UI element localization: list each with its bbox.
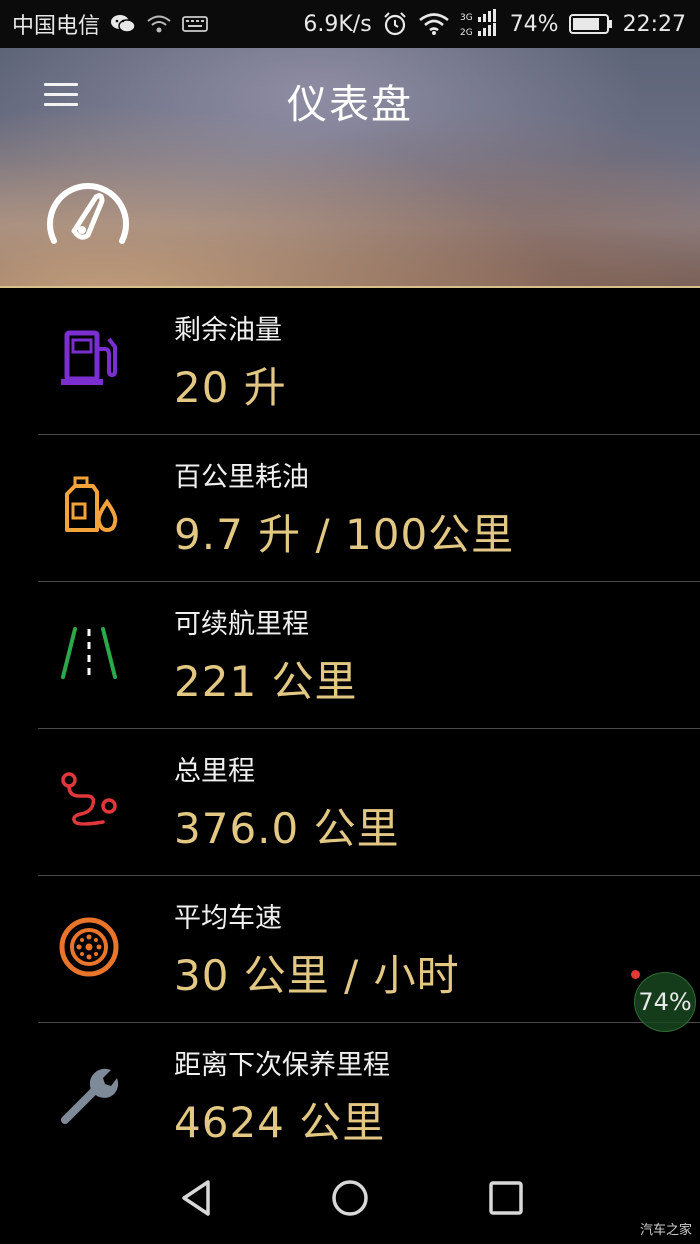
item-value: 376.0 公里 xyxy=(174,804,400,853)
oil-can-icon xyxy=(54,471,124,541)
network-speed: 6.9K/s xyxy=(303,11,372,37)
fuel-pump-icon xyxy=(54,324,124,394)
battery-icon xyxy=(568,13,613,35)
item-label: 剩余油量 xyxy=(174,315,282,346)
carrier-label: 中国电信 xyxy=(12,14,101,39)
list-item-average-speed[interactable]: 平均车速 30 公里 / 小时 xyxy=(0,876,700,1023)
floating-memory-badge[interactable]: 74% xyxy=(634,972,696,1032)
signal-icon: 3G 2G xyxy=(460,9,500,39)
notification-dot xyxy=(631,970,640,979)
list-item-total-mileage[interactable]: 总里程 376.0 公里 xyxy=(0,729,700,876)
item-value: 20 升 xyxy=(174,363,287,412)
wheel-icon xyxy=(54,912,124,982)
watermark: 汽车之家 xyxy=(639,1223,692,1238)
page-title: 仪表盘 xyxy=(287,82,413,128)
wifi-hotspot-icon xyxy=(146,13,172,35)
item-label: 百公里耗油 xyxy=(174,462,309,493)
item-value: 221 公里 xyxy=(174,657,358,706)
speedometer-icon xyxy=(44,175,132,247)
clock-time: 22:27 xyxy=(622,11,686,37)
item-value: 9.7 升 / 100公里 xyxy=(174,510,515,559)
dashboard-header: 仪表盘 xyxy=(0,48,700,288)
item-label: 距离下次保养里程 xyxy=(174,1050,390,1081)
item-label: 可续航里程 xyxy=(174,609,309,640)
list-item-next-maintenance[interactable]: 距离下次保养里程 4624 公里 xyxy=(0,1023,700,1170)
status-left: 中国电信 xyxy=(12,0,208,48)
list-item-fuel-consumption[interactable]: 百公里耗油 9.7 升 / 100公里 xyxy=(0,435,700,582)
keyboard-icon xyxy=(182,14,208,34)
item-value: 4624 公里 xyxy=(174,1098,386,1147)
svg-text:3G: 3G xyxy=(460,13,473,23)
back-icon[interactable] xyxy=(176,1176,220,1220)
metrics-list: 剩余油量 20 升 百公里耗油 9.7 升 / 100公里 可续航里程 221 … xyxy=(0,288,700,1170)
status-bar: 中国电信 6.9K/s 3G 2G 74% 22:27 xyxy=(0,0,700,48)
list-item-range[interactable]: 可续航里程 221 公里 xyxy=(0,582,700,729)
item-label: 平均车速 xyxy=(174,903,282,934)
item-label: 总里程 xyxy=(174,756,255,787)
svg-text:2G: 2G xyxy=(460,28,473,38)
list-item-fuel-remaining[interactable]: 剩余油量 20 升 xyxy=(0,288,700,435)
status-right: 6.9K/s 3G 2G 74% 22:27 xyxy=(303,0,686,48)
battery-percent: 74% xyxy=(509,11,559,37)
wrench-icon xyxy=(54,1059,124,1129)
system-nav-bar: 汽车之家 xyxy=(0,1150,700,1244)
home-icon[interactable] xyxy=(328,1176,372,1220)
recents-icon[interactable] xyxy=(484,1176,528,1220)
route-icon xyxy=(54,765,124,835)
wifi-icon xyxy=(418,12,450,36)
alarm-icon xyxy=(382,11,408,37)
item-value: 30 公里 / 小时 xyxy=(174,951,460,1000)
road-icon xyxy=(54,618,124,688)
wechat-icon xyxy=(110,13,136,35)
